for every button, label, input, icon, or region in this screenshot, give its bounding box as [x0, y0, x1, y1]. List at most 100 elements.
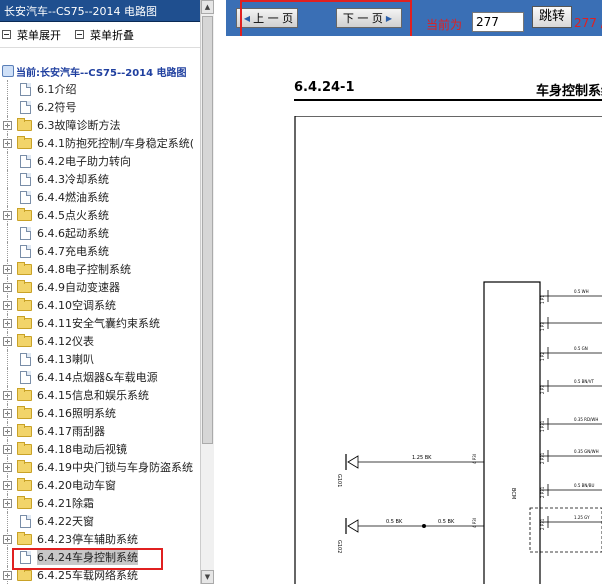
ground-name-label-2: G102 — [336, 540, 342, 553]
ground-connector-label-1: 4 P3I — [472, 454, 477, 464]
ground-wire-label-1: 1.25 BK — [412, 455, 432, 461]
tree-connector-line — [7, 566, 8, 584]
tree-connector-line — [7, 152, 8, 170]
splice-dot — [422, 524, 426, 528]
current-page-label: 当前为 — [426, 18, 463, 32]
wire-group: 1 P1 0.5 WH 1 P3 1 P2 0.5 GN 2 P3 0.5 BN/VT 1 P… — [540, 289, 602, 530]
tree-item-label: 6.4.12仪表 — [37, 335, 94, 348]
bcm-wire-label: 0.5 BN/VT — [574, 379, 594, 384]
tree-item[interactable]: +6.4.11安全气囊约束系统 — [0, 314, 200, 332]
tree-item-label: 6.4.20电动车窗 — [37, 479, 116, 492]
tree-connector-line — [7, 296, 8, 314]
tree-item-label: 6.4.18电动后视镜 — [37, 443, 127, 456]
go-button[interactable]: 跳转 — [532, 6, 572, 28]
tree-item[interactable]: 6.4.13喇叭 — [0, 350, 200, 368]
sidebar-scrollbar[interactable]: ▲ ▼ — [200, 0, 214, 584]
tree-item[interactable]: 6.4.7充电系统 — [0, 242, 200, 260]
folder-icon — [17, 477, 32, 491]
tree-connector-line — [7, 548, 8, 566]
tree-item[interactable]: 6.4.14点烟器&车载电源 — [0, 368, 200, 386]
section-title: 车身控制系统 — [536, 84, 602, 99]
scroll-down-arrow-icon[interactable]: ▼ — [201, 570, 214, 584]
tree-item-label: 6.4.13喇叭 — [37, 353, 94, 366]
folder-icon — [17, 135, 32, 149]
tree-item[interactable]: 6.4.22天窗 — [0, 512, 200, 530]
tree-item[interactable]: +6.4.12仪表 — [0, 332, 200, 350]
tree-item[interactable]: 6.4.6起动系统 — [0, 224, 200, 242]
selection-highlight-box — [12, 548, 163, 570]
page-icon — [20, 82, 31, 96]
tree-connector-line — [7, 476, 8, 494]
tree-item[interactable]: +6.4.23停车辅助系统 — [0, 530, 200, 548]
tree-item[interactable]: +6.4.1防抱死控制/车身稳定系统( — [0, 134, 200, 152]
menu-actions: 菜单展开 菜单折叠 — [0, 22, 213, 48]
tree-item[interactable]: +6.4.10空调系统 — [0, 296, 200, 314]
tree-connector-line — [7, 494, 8, 512]
tree-item[interactable]: +6.4.20电动车窗 — [0, 476, 200, 494]
tree-item-label: 6.3故障诊断方法 — [37, 119, 121, 132]
bcm-wire-label: 0.5 GN — [574, 346, 588, 351]
sidebar-title: 长安汽车--CS75--2014 电路图 — [0, 0, 213, 22]
tree-item[interactable]: 6.4.4燃油系统 — [0, 188, 200, 206]
tree-item[interactable]: 6.4.2电子助力转向 — [0, 152, 200, 170]
folder-icon — [17, 207, 32, 221]
page-number-input[interactable] — [472, 12, 524, 32]
tree-item[interactable]: +6.4.8电子控制系统 — [0, 260, 200, 278]
tree-item-label: 6.4.15信息和娱乐系统 — [37, 389, 149, 402]
folder-icon — [17, 495, 32, 509]
folder-icon — [17, 297, 32, 311]
tree-connector-line — [7, 134, 8, 152]
tree-connector-line — [7, 188, 8, 206]
tree-item-label: 6.4.22天窗 — [37, 515, 94, 528]
scroll-up-arrow-icon[interactable]: ▲ — [201, 0, 214, 14]
folder-icon — [17, 531, 32, 545]
ground-symbol-1-icon — [347, 455, 359, 469]
tree-item[interactable]: 6.1介绍 — [0, 80, 200, 98]
bcm-wire-label: 1.25 GY — [574, 515, 590, 520]
tree-connector-line — [7, 98, 8, 116]
menu-expand-label: 菜单展开 — [17, 28, 61, 42]
page-icon — [20, 352, 31, 366]
tree-item-label: 6.4.17雨刮器 — [37, 425, 105, 438]
bcm-pin-label: 1 P3 — [540, 322, 545, 331]
tree-item[interactable]: +6.3故障诊断方法 — [0, 116, 200, 134]
tree-item-label: 6.4.6起动系统 — [37, 227, 109, 240]
page-icon — [20, 172, 31, 186]
tree-item[interactable]: +6.4.16照明系统 — [0, 404, 200, 422]
tree-item[interactable]: +6.4.9自动变速器 — [0, 278, 200, 296]
tree-connector-line — [7, 386, 8, 404]
tree-item-label: 6.4.9自动变速器 — [37, 281, 120, 294]
tree-item-label: 6.4.3冷却系统 — [37, 173, 109, 186]
tree-item[interactable]: +6.4.17雨刮器 — [0, 422, 200, 440]
diagram-frame — [294, 116, 602, 584]
tree-item[interactable]: +6.4.21除霜 — [0, 494, 200, 512]
bcm-wire-label: 0.5 WH — [574, 289, 589, 294]
tree-item[interactable]: 6.4.3冷却系统 — [0, 170, 200, 188]
page-toolbar: ◀ 上 一 页 下 一 页 ▶ 当前为 跳转 277 / — [226, 0, 602, 39]
ground-symbol-2-icon — [347, 519, 359, 533]
tree-item-label: 6.4.11安全气囊约束系统 — [37, 317, 160, 330]
bcm-pin-label: 1 P1 — [540, 295, 545, 304]
menu-expand-button[interactable]: 菜单展开 — [2, 27, 61, 43]
menu-collapse-button[interactable]: 菜单折叠 — [75, 27, 134, 43]
tree-connector-line — [7, 206, 8, 224]
tree-connector-line — [7, 224, 8, 242]
document-view: 6.4.24-1 车身控制系统 BCM 1 P1 0.5 WH 1 P3 1 P2 0.… — [226, 36, 602, 584]
scroll-thumb[interactable] — [202, 16, 213, 444]
tree-item[interactable]: +6.4.5点火系统 — [0, 206, 200, 224]
tree-items: 6.1介绍 6.2符号 +6.3故障诊断方法 +6.4.1防抱死控制/车身稳定系统( 6… — [0, 80, 200, 584]
tree-item[interactable]: +6.4.15信息和娱乐系统 — [0, 386, 200, 404]
tree-item[interactable]: 6.2符号 — [0, 98, 200, 116]
tree-item-label: 6.4.2电子助力转向 — [37, 155, 131, 168]
tree-connector-line — [7, 512, 8, 530]
page-icon — [20, 244, 31, 258]
tree-item-label: 6.2符号 — [37, 101, 77, 114]
folder-icon — [17, 405, 32, 419]
bcm-pin-label: 1 P31 — [540, 420, 545, 432]
tree-item[interactable]: +6.4.18电动后视镜 — [0, 440, 200, 458]
tree-item-label: 6.4.21除霜 — [37, 497, 94, 510]
tree-item[interactable]: +6.4.19中央门锁与车身防盗系统 — [0, 458, 200, 476]
tree-root[interactable]: 当前:长安汽车--CS75--2014 电路图 — [0, 62, 200, 80]
bcm-pin-label: 1 P2 — [540, 352, 545, 361]
tree-item-label: 6.4.14点烟器&车载电源 — [37, 371, 158, 384]
